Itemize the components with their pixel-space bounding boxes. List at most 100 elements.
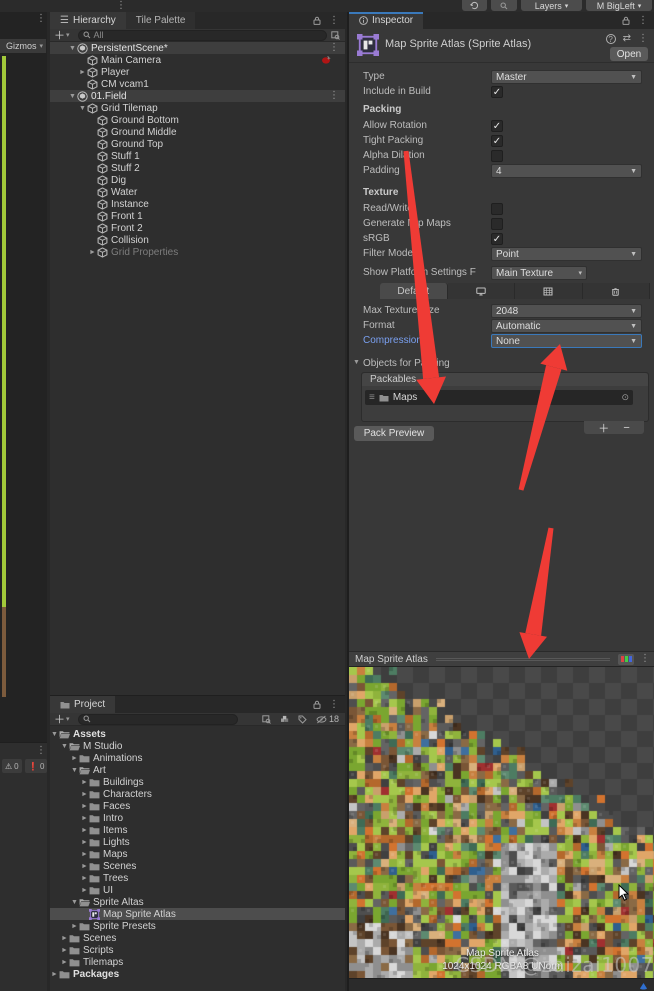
expander-arrow-icon[interactable]: ▼ [70, 899, 79, 906]
compression-dropdown[interactable]: None ▼ [491, 334, 642, 348]
collab-icon[interactable] [639, 982, 648, 991]
expander-arrow-icon[interactable]: ► [80, 815, 89, 822]
project-search-input[interactable] [77, 713, 238, 725]
expander-arrow-icon[interactable]: ▼ [68, 45, 77, 52]
console-errors-toggle[interactable]: ❗ 0 [25, 759, 48, 773]
hierarchy-item[interactable]: ▼ PersistentScene* ⋮ [50, 42, 345, 54]
format-dropdown[interactable]: Automatic ▼ [491, 319, 642, 333]
hierarchy-search-input[interactable]: All [77, 29, 327, 41]
allow-rotation-checkbox[interactable] [491, 120, 503, 132]
hierarchy-item[interactable]: ► Grid Properties [50, 246, 345, 258]
expander-arrow-icon[interactable]: ► [60, 959, 69, 966]
tight-packing-checkbox[interactable] [491, 135, 503, 147]
hierarchy-item[interactable]: Instance [50, 198, 345, 210]
padding-dropdown[interactable]: 4 ▼ [491, 164, 642, 178]
project-item[interactable]: ► Characters [50, 788, 345, 800]
add-packable-button[interactable]: ＋ [598, 420, 609, 436]
project-item[interactable]: ► Lights [50, 836, 345, 848]
read-write-checkbox[interactable] [491, 203, 503, 215]
hidden-items-toggle[interactable]: 18 [316, 714, 339, 724]
project-item[interactable]: ► Faces [50, 800, 345, 812]
label-tag-icon[interactable] [298, 715, 307, 724]
type-dropdown[interactable]: Master ▼ [491, 70, 642, 84]
platform-tab-grid[interactable] [515, 283, 583, 299]
project-item[interactable]: ► Trees [50, 872, 345, 884]
console-menu-icon[interactable]: ⋮ [36, 746, 46, 756]
hierarchy-add-button[interactable]: ＋ ▾ [50, 27, 74, 43]
project-item[interactable]: ► Scripts [50, 944, 345, 956]
search-picker-icon[interactable] [262, 715, 271, 724]
expander-arrow-icon[interactable]: ► [80, 827, 89, 834]
project-item[interactable]: ► Scenes [50, 932, 345, 944]
hierarchy-item[interactable]: Main Camera [50, 54, 345, 66]
scene-row-menu-icon[interactable]: ⋮ [329, 91, 339, 101]
hierarchy-item[interactable]: Stuff 2 [50, 162, 345, 174]
preview-header[interactable]: Map Sprite Atlas ⋮ [349, 651, 654, 667]
project-item[interactable]: ► Sprite Presets [50, 920, 345, 932]
include-checkbox[interactable] [491, 86, 503, 98]
packable-object-field[interactable]: ≡ Maps ⊙ [365, 390, 633, 405]
filter-mode-dropdown[interactable]: Point ▼ [491, 247, 642, 261]
drag-handle-icon[interactable]: ≡ [369, 392, 375, 403]
expander-arrow-icon[interactable]: ► [80, 779, 89, 786]
console-warnings-toggle[interactable]: ⚠ 0 [2, 759, 22, 773]
project-item[interactable]: ► Buildings [50, 776, 345, 788]
alpha-dilation-checkbox[interactable] [491, 150, 503, 162]
expander-arrow-icon[interactable]: ► [50, 971, 59, 978]
hierarchy-item[interactable]: ▼ 01.Field ⋮ [50, 90, 345, 102]
expander-arrow-icon[interactable]: ► [88, 249, 97, 256]
expander-arrow-icon[interactable]: ▼ [68, 93, 77, 100]
project-add-button[interactable]: ＋ ▾ [50, 711, 74, 727]
sprite-atlas-preview[interactable]: Map Sprite Atlas 1024x1024 RGBA8 UNorm C… [349, 667, 654, 978]
project-item[interactable]: ► Scenes [50, 860, 345, 872]
hierarchy-item[interactable]: Front 2 [50, 222, 345, 234]
history-button[interactable] [462, 0, 487, 11]
layers-dropdown[interactable]: Layers ▾ [521, 0, 582, 11]
hierarchy-item[interactable]: Ground Bottom [50, 114, 345, 126]
tab-inspector[interactable]: Inspector [349, 12, 424, 29]
mipmaps-checkbox[interactable] [491, 218, 503, 230]
expander-arrow-icon[interactable]: ► [78, 69, 87, 76]
expander-arrow-icon[interactable]: ▼ [60, 743, 69, 750]
search-picker-icon[interactable] [331, 31, 340, 40]
expander-arrow-icon[interactable]: ▼ [50, 731, 59, 738]
project-item[interactable]: ► Maps [50, 848, 345, 860]
platform-tab-default[interactable]: Default [380, 283, 448, 299]
presets-icon[interactable]: ⇄ [623, 33, 631, 44]
pack-preview-button[interactable]: Pack Preview [354, 426, 434, 441]
scene-row-menu-icon[interactable]: ⋮ [329, 43, 339, 53]
platform-tab-trash[interactable] [582, 283, 650, 299]
hierarchy-item[interactable]: Water [50, 186, 345, 198]
expander-arrow-icon[interactable]: ► [60, 935, 69, 942]
remove-packable-button[interactable]: − [623, 422, 629, 434]
inspector-menu-icon[interactable]: ⋮ [638, 15, 648, 26]
expander-arrow-icon[interactable]: ▼ [78, 105, 87, 112]
expander-arrow-icon[interactable]: ► [80, 863, 89, 870]
expander-arrow-icon[interactable]: ► [60, 947, 69, 954]
scene-toolbar-menu-icon[interactable]: ⋮ [116, 1, 126, 11]
hierarchy-item[interactable]: Dig [50, 174, 345, 186]
preview-menu-icon[interactable]: ⋮ [640, 654, 650, 664]
project-item[interactable]: ▼ Assets [50, 728, 345, 740]
expander-arrow-icon[interactable]: ► [70, 755, 79, 762]
project-item[interactable]: ► Animations [50, 752, 345, 764]
hierarchy-item[interactable]: Stuff 1 [50, 150, 345, 162]
project-item[interactable]: ▼ Sprite Altas [50, 896, 345, 908]
open-button[interactable]: Open [610, 47, 648, 61]
object-picker-icon[interactable]: ⊙ [621, 392, 629, 403]
hierarchy-item[interactable]: Front 1 [50, 210, 345, 222]
show-platform-dropdown[interactable]: Main Texture ▾ [491, 266, 587, 280]
expander-arrow-icon[interactable]: ► [80, 803, 89, 810]
hierarchy-item[interactable]: Ground Top [50, 138, 345, 150]
help-icon[interactable]: ? [605, 33, 616, 44]
expander-arrow-icon[interactable]: ► [80, 791, 89, 798]
tab-tile-palette[interactable]: Tile Palette [125, 12, 196, 29]
asset-menu-icon[interactable]: ⋮ [638, 33, 648, 44]
project-item[interactable]: ► UI [50, 884, 345, 896]
gizmos-dropdown[interactable]: Gizmos ▾ [0, 39, 46, 53]
layout-dropdown[interactable]: M BigLeft ▾ [586, 0, 652, 11]
max-size-dropdown[interactable]: 2048 ▼ [491, 304, 642, 318]
hierarchy-item[interactable]: ▼ Grid Tilemap [50, 102, 345, 114]
rgb-channels-button[interactable] [618, 653, 634, 665]
expander-arrow-icon[interactable]: ► [70, 923, 79, 930]
